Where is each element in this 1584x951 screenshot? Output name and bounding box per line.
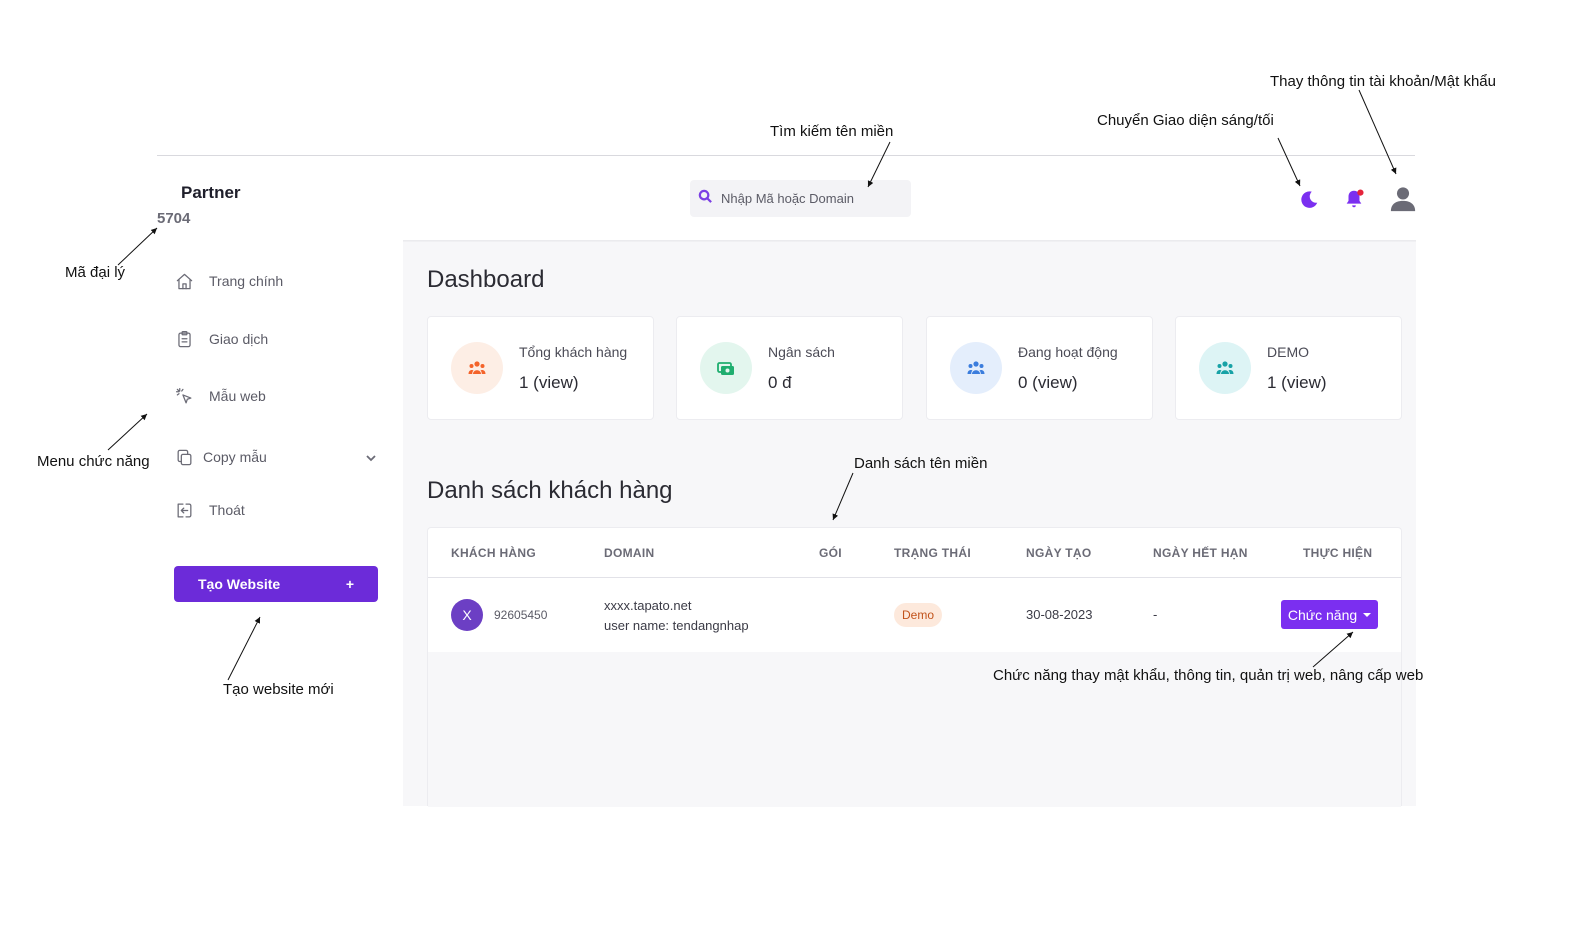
action-dropdown-button[interactable]: Chức năng (1281, 600, 1378, 629)
expiry-date: - (1153, 607, 1158, 622)
avatar: X (451, 599, 483, 631)
table-row: X 92605450 xxxx.tapato.net user name: te… (428, 579, 1401, 652)
column-header-expires: NGÀY HẾT HẠN (1153, 546, 1248, 560)
customer-username: user name: tendangnhap (604, 618, 749, 633)
cursor-click-icon (173, 385, 195, 407)
page-title: Dashboard (427, 266, 545, 293)
logout-icon (173, 499, 195, 521)
annotation-menu: Menu chức năng (37, 453, 150, 470)
sidebar-item-label: Trang chính (209, 273, 284, 289)
users-icon (950, 342, 1002, 394)
customer-list-title: Danh sách khách hàng (427, 477, 673, 504)
sidebar-item-label: Copy mẫu (203, 449, 267, 465)
search-icon (698, 189, 713, 209)
column-header-action: THỰC HIỆN (1303, 546, 1373, 560)
sidebar-item-label: Giao dịch (209, 331, 269, 347)
search-input[interactable] (721, 191, 901, 206)
annotation-account: Thay thông tin tài khoản/Mật khẩu (1270, 73, 1496, 90)
action-button-label: Chức năng (1287, 606, 1358, 623)
sidebar-item-home[interactable]: Trang chính (173, 270, 283, 292)
caret-down-icon (1363, 612, 1372, 617)
column-header-created: NGÀY TẠO (1026, 546, 1092, 560)
stat-label: Tổng khách hàng (519, 344, 628, 360)
users-icon (451, 342, 503, 394)
clipboard-icon (173, 328, 195, 350)
sidebar-item-transactions[interactable]: Giao dịch (173, 328, 268, 350)
annotation-domain-list: Danh sách tên miền (854, 455, 988, 472)
status-badge: Demo (894, 603, 943, 627)
plus-icon: + (345, 576, 354, 592)
created-date: 30-08-2023 (1026, 607, 1093, 622)
stat-card-active: Đang hoạt động 0 (view) (926, 316, 1153, 420)
stat-card-total-customers: Tổng khách hàng 1 (view) (427, 316, 654, 420)
search-box[interactable] (690, 180, 911, 217)
column-header-package: GÓI (819, 546, 842, 560)
stat-card-budget: Ngân sách 0 đ (676, 316, 903, 420)
sidebar-item-logout[interactable]: Thoát (173, 499, 245, 521)
column-header-domain: DOMAIN (604, 546, 655, 560)
agent-code: 5704 (157, 210, 191, 227)
annotation-theme: Chuyển Giao diện sáng/tối (1097, 112, 1274, 129)
stat-value: 0 đ (768, 373, 792, 392)
annotation-action: Chức năng thay mật khẩu, thông tin, quản… (993, 667, 1424, 684)
stat-label: Ngân sách (768, 344, 835, 360)
stat-label: Đang hoạt động (1018, 344, 1118, 360)
column-header-customer: KHÁCH HÀNG (451, 546, 536, 560)
stat-value[interactable]: 1 (view) (1267, 373, 1327, 393)
sidebar-item-label: Mẫu web (209, 388, 266, 404)
stat-card-demo: DEMO 1 (view) (1175, 316, 1402, 420)
money-icon (700, 342, 752, 394)
create-website-label: Tạo Website (198, 576, 281, 592)
sidebar-item-copy-template[interactable]: Copy mẫu (173, 446, 267, 468)
annotation-agent-code: Mã đại lý (65, 264, 126, 281)
stat-value[interactable]: 0 (view) (1018, 373, 1078, 393)
stat-label: DEMO (1267, 344, 1309, 360)
users-icon (1199, 342, 1251, 394)
copy-icon (173, 446, 195, 468)
annotation-search: Tìm kiếm tên miền (770, 123, 894, 140)
annotation-create: Tạo website mới (223, 681, 334, 698)
column-header-status: TRẠNG THÁI (894, 546, 971, 560)
sidebar-item-templates[interactable]: Mẫu web (173, 385, 266, 407)
customer-id: 92605450 (494, 608, 548, 622)
brand-name: Partner (181, 183, 241, 202)
theme-toggle-moon-icon[interactable] (1296, 186, 1322, 212)
notification-bell-icon[interactable] (1341, 186, 1367, 212)
table-header: KHÁCH HÀNG DOMAIN GÓI TRẠNG THÁI NGÀY TẠ… (428, 528, 1401, 578)
stat-value[interactable]: 1 (view) (519, 373, 579, 393)
user-account-icon[interactable] (1388, 184, 1418, 214)
sidebar-item-label: Thoát (209, 502, 245, 518)
home-icon (173, 270, 195, 292)
customer-domain[interactable]: xxxx.tapato.net (604, 598, 691, 613)
create-website-button[interactable]: Tạo Website + (174, 566, 378, 602)
top-divider (157, 155, 1415, 156)
chevron-down-icon[interactable] (364, 451, 378, 465)
